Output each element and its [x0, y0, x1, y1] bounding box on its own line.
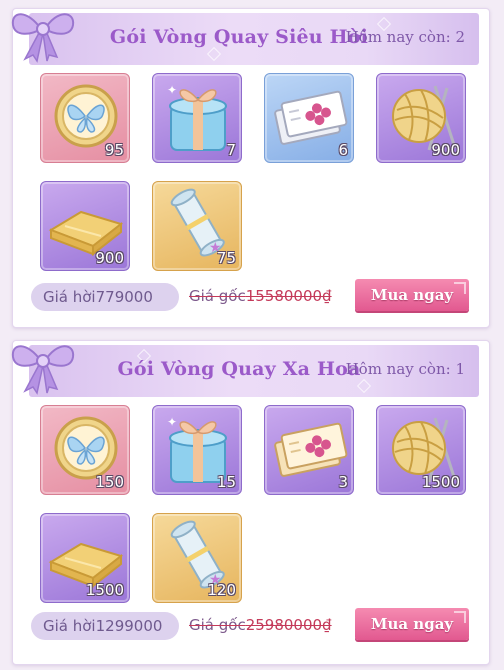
item-quantity: 900 [431, 141, 460, 159]
item-quantity: 7 [226, 141, 236, 159]
pack-card-sieu-hoi: Gói Vòng Quay Siêu Hời Hôm nay còn: 2 95 [11, 8, 490, 328]
deal-price: Giá hời779000 [31, 283, 179, 311]
item-slot-gold-fabric[interactable]: 1500 [40, 513, 130, 603]
item-slot-butterfly-medal[interactable]: 150 [40, 405, 130, 495]
item-slot-scroll[interactable]: ★ 120 [152, 513, 242, 603]
item-slot-yarn-ball[interactable]: 1500 [376, 405, 466, 495]
item-quantity: 6 [338, 141, 348, 159]
pack-footer: Giá hời1299000 Giá gốc25980000₫ Mua ngay [31, 608, 477, 640]
item-slot-butterfly-medal[interactable]: 95 [40, 73, 130, 163]
item-slot-yarn-ball[interactable]: 900 [376, 73, 466, 163]
daily-remaining-count: Hôm nay còn: 1 [345, 360, 465, 378]
item-slot-gift-box[interactable]: ✦ 15 [152, 405, 242, 495]
ribbon-bow-icon [11, 345, 75, 395]
pack-header: Gói Vòng Quay Siêu Hời Hôm nay còn: 2 [29, 13, 479, 65]
deal-price: Giá hời1299000 [31, 612, 179, 640]
item-slot-gift-box[interactable]: ✦ 7 [152, 73, 242, 163]
original-price-label: Giá gốc [189, 616, 246, 634]
buy-now-button[interactable]: Mua ngay [355, 608, 469, 640]
buy-now-button[interactable]: Mua ngay [355, 279, 469, 311]
item-quantity: 15 [216, 473, 236, 491]
original-price-value: 15580000₫ [245, 287, 332, 305]
original-price: Giá gốc15580000₫ [189, 287, 332, 305]
svg-text:✦: ✦ [167, 415, 177, 429]
item-quantity: 95 [104, 141, 124, 159]
item-quantity: 1500 [85, 581, 124, 599]
item-slot-gold-fabric[interactable]: 900 [40, 181, 130, 271]
pack-footer: Giá hời779000 Giá gốc15580000₫ Mua ngay [31, 279, 477, 311]
item-slot-clover-ticket[interactable]: 3 [264, 405, 354, 495]
item-quantity: 150 [95, 473, 124, 491]
item-quantity: 120 [207, 581, 236, 599]
original-price-label: Giá gốc [189, 287, 246, 305]
item-quantity: 900 [95, 249, 124, 267]
ribbon-bow-icon [11, 13, 75, 63]
svg-text:✦: ✦ [167, 83, 177, 97]
pack-card-xa-hoa: Gói Vòng Quay Xa Hoa Hôm nay còn: 1 150 [11, 340, 490, 665]
original-price: Giá gốc25980000₫ [189, 616, 332, 634]
item-quantity: 1500 [421, 473, 460, 491]
daily-remaining-count: Hôm nay còn: 2 [345, 28, 465, 46]
item-slot-clover-ticket[interactable]: 6 [264, 73, 354, 163]
item-slot-scroll[interactable]: ★ 75 [152, 181, 242, 271]
item-quantity: 3 [338, 473, 348, 491]
original-price-value: 25980000₫ [245, 616, 332, 634]
pack-header: Gói Vòng Quay Xa Hoa Hôm nay còn: 1 [29, 345, 479, 397]
item-quantity: 75 [216, 249, 236, 267]
